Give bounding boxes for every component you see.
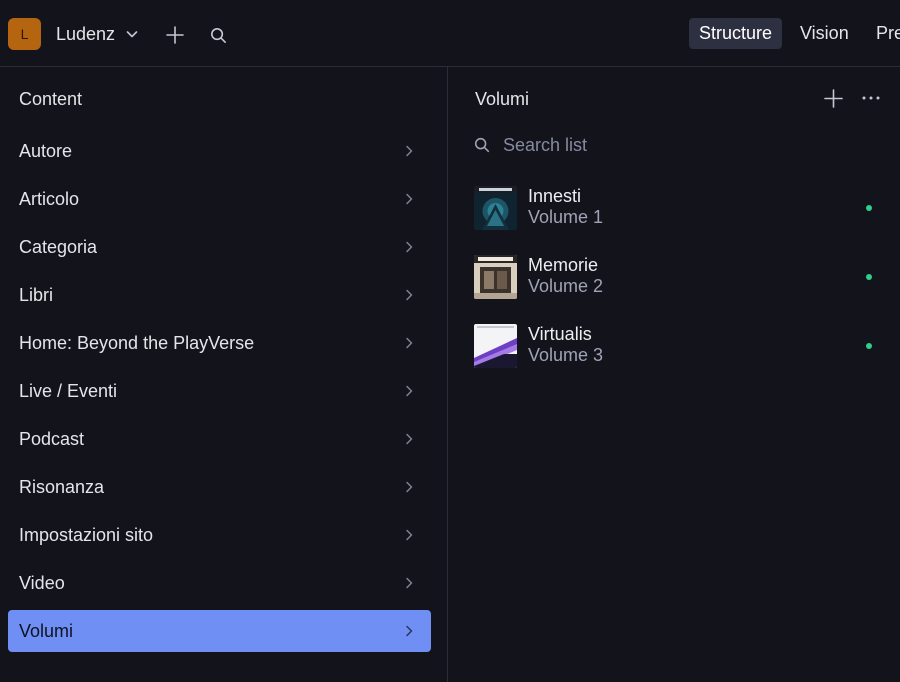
top-navbar: L Ludenz Structure Vision Pre [0, 0, 900, 67]
tab-vision[interactable]: Vision [790, 18, 859, 49]
published-status-dot [866, 343, 872, 349]
content-pane-title: Content [19, 89, 83, 109]
document-thumbnail [474, 255, 517, 299]
menu-item-video[interactable]: Video [8, 562, 431, 604]
chevron-right-icon [406, 577, 413, 589]
chevron-right-icon [406, 289, 413, 301]
menu-item-label: Libri [19, 284, 54, 305]
menu-item-libri[interactable]: Libri [8, 274, 431, 316]
chevron-right-icon [406, 337, 413, 349]
document-row-virtualis[interactable]: Virtualis Volume 3 [473, 324, 883, 370]
chevron-right-icon [406, 385, 413, 397]
menu-item-articolo[interactable]: Articolo [8, 178, 431, 220]
document-title: Virtualis [528, 324, 592, 344]
chevron-right-icon [406, 433, 413, 445]
document-list-pane: Volumi Innesti Volume 1 [449, 67, 900, 682]
tab-structure[interactable]: Structure [689, 18, 783, 49]
menu-item-label: Categoria [19, 236, 98, 257]
published-status-dot [866, 274, 872, 280]
menu-item-autore[interactable]: Autore [8, 130, 431, 172]
chevron-right-icon [406, 241, 413, 253]
search-icon [474, 137, 490, 153]
menu-item-impostazioni-sito[interactable]: Impostazioni sito [8, 514, 431, 556]
chevron-right-icon [406, 145, 413, 157]
menu-item-home[interactable]: Home: Beyond the PlayVerse [8, 322, 431, 364]
menu-item-volumi[interactable]: Volumi [8, 610, 431, 652]
menu-item-label: Articolo [19, 188, 80, 209]
document-thumbnail [474, 186, 517, 230]
menu-item-label: Autore [19, 140, 73, 161]
chevron-right-icon [406, 625, 413, 637]
menu-item-label: Risonanza [19, 476, 105, 497]
document-row-memorie[interactable]: Memorie Volume 2 [473, 255, 883, 301]
menu-item-risonanza[interactable]: Risonanza [8, 466, 431, 508]
document-subtitle: Volume 2 [528, 276, 604, 296]
chevron-right-icon [406, 193, 413, 205]
search-icon[interactable] [209, 26, 228, 45]
workspace-avatar[interactable]: L [8, 18, 41, 50]
document-title: Memorie [528, 255, 599, 275]
content-pane: Content Autore Articolo Categoria Libri … [0, 67, 448, 682]
plus-icon[interactable] [823, 88, 844, 109]
menu-item-label: Impostazioni sito [19, 524, 154, 545]
document-subtitle: Volume 1 [528, 207, 604, 227]
published-status-dot [866, 205, 872, 211]
menu-item-live-eventi[interactable]: Live / Eventi [8, 370, 431, 412]
menu-item-label: Home: Beyond the PlayVerse [19, 332, 255, 353]
document-row-innesti[interactable]: Innesti Volume 1 [473, 186, 883, 232]
chevron-right-icon [406, 529, 413, 541]
document-subtitle: Volume 3 [528, 345, 604, 365]
tab-presentation[interactable]: Pre [866, 18, 900, 49]
menu-item-label: Podcast [19, 428, 85, 449]
document-thumbnail [474, 324, 517, 368]
chevron-down-icon[interactable] [124, 26, 140, 42]
menu-item-categoria[interactable]: Categoria [8, 226, 431, 268]
chevron-right-icon [406, 481, 413, 493]
search-list [473, 134, 873, 156]
menu-item-label: Volumi [19, 620, 74, 641]
menu-item-podcast[interactable]: Podcast [8, 418, 431, 460]
document-title: Innesti [528, 186, 582, 206]
ellipsis-icon[interactable] [861, 90, 881, 106]
workspace-name[interactable]: Ludenz [56, 24, 115, 44]
menu-item-label: Live / Eventi [19, 380, 118, 401]
document-list-title: Volumi [475, 89, 530, 109]
plus-icon[interactable] [165, 25, 185, 45]
menu-item-label: Video [19, 572, 65, 593]
search-list-input[interactable] [503, 134, 843, 156]
